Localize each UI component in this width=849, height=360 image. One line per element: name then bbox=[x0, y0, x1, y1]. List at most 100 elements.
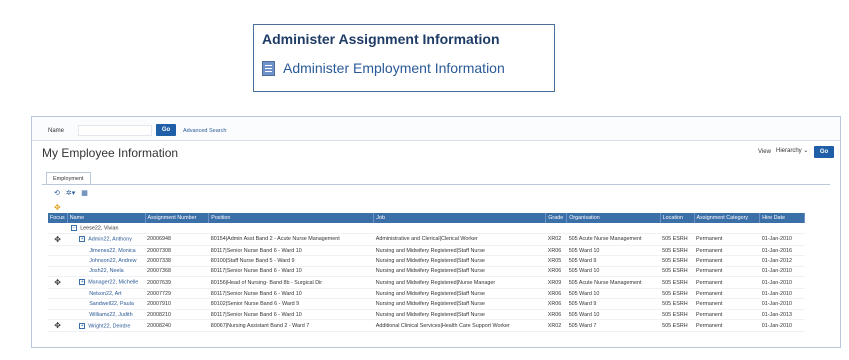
col-location[interactable]: Location bbox=[660, 213, 695, 223]
search-go-button[interactable]: Go bbox=[156, 124, 176, 136]
advanced-search-link[interactable]: Advanced Search bbox=[183, 128, 226, 134]
toolbar: ⟲ ✲▾ ▦ bbox=[54, 189, 88, 197]
job-cell: Nursing and Midwifery Registered|Staff N… bbox=[373, 245, 546, 257]
location-cell: 505 ESRH bbox=[660, 298, 695, 310]
focus-cell bbox=[48, 245, 68, 257]
focus-cell bbox=[48, 255, 68, 267]
grade-cell: XR02 bbox=[545, 319, 567, 333]
job-cell: Nursing and Midwifery Registered|Staff N… bbox=[373, 309, 546, 321]
expand-icon[interactable]: + bbox=[79, 236, 86, 243]
employee-name[interactable]: Admin22, Anthony bbox=[88, 237, 132, 243]
focus-cell[interactable]: ✥ bbox=[48, 233, 68, 246]
col-job[interactable]: Job bbox=[373, 213, 547, 223]
organisation-cell: 505 Acute Nurse Management bbox=[566, 233, 661, 246]
employee-name-cell[interactable]: + Wright22, Deirdre bbox=[67, 319, 146, 333]
employee-name-cell[interactable]: Williams22, Judith bbox=[67, 309, 146, 321]
view-label: View bbox=[758, 149, 771, 155]
administer-employment-label[interactable]: Administer Employment Information bbox=[283, 60, 505, 76]
table-row: ✥ + Manager22, Michelle 20007639 80156|Head … bbox=[48, 276, 805, 290]
assignment-category-cell: Permanent bbox=[694, 266, 760, 278]
hire-date-cell: 01-Jan-2013 bbox=[759, 309, 805, 321]
gear-icon[interactable]: ✲▾ bbox=[66, 189, 75, 197]
grade-cell: XR05 bbox=[545, 255, 567, 267]
table-row: Sandwell22, Paula 20007910 80102|Senior Nu… bbox=[48, 298, 805, 310]
focus-cell[interactable]: ✥ bbox=[48, 276, 68, 290]
organisation-cell: 505 Ward 9 bbox=[566, 255, 661, 267]
hire-date-cell: 01-Jan-2010 bbox=[759, 233, 805, 246]
employee-name-cell[interactable]: + Admin22, Anthony bbox=[67, 233, 146, 246]
employee-name[interactable]: Wright22, Deirdre bbox=[88, 323, 130, 329]
location-cell: 505 ESRH bbox=[660, 319, 695, 333]
collapse-icon[interactable]: − bbox=[71, 224, 78, 231]
root-name[interactable]: Leese22, Vivian bbox=[80, 225, 118, 231]
assignment-number-cell: 20006948 bbox=[145, 233, 209, 246]
col-assignment-number[interactable]: Assignment Number bbox=[145, 213, 210, 223]
location-cell: 505 ESRH bbox=[660, 309, 695, 321]
position-cell: 80156|Head of Nursing- Band 8b - Surgica… bbox=[208, 276, 374, 290]
employee-name-cell[interactable]: + Manager22, Michelle bbox=[67, 276, 146, 290]
view-select-value: Hierarchy bbox=[776, 148, 802, 154]
position-cell: 80102|Senior Nurse Band 6 - Ward 9 bbox=[208, 298, 374, 310]
organisation-cell: 505 Ward 7 bbox=[566, 319, 661, 333]
focus-crosshair-icon[interactable]: ✥ bbox=[54, 235, 61, 244]
focus-crosshair-icon[interactable]: ✥ bbox=[54, 278, 61, 287]
employee-name[interactable]: Manager22, Michelle bbox=[88, 280, 138, 286]
focus-cell[interactable]: ✥ bbox=[48, 319, 68, 333]
tab-employment[interactable]: Employment bbox=[46, 172, 91, 184]
position-cell: 80117|Senior Nurse Band 6 - Ward 10 bbox=[208, 245, 374, 257]
hire-date-cell: 01-Jan-2012 bbox=[759, 255, 805, 267]
position-cell: 80154|Admin Asst Band 2 - Acute Nurse Ma… bbox=[208, 233, 374, 246]
col-focus[interactable]: Focus bbox=[48, 213, 68, 223]
hire-date-cell: 01-Jan-2010 bbox=[759, 276, 805, 290]
name-label: Name bbox=[48, 128, 65, 134]
refresh-icon[interactable]: ⟲ bbox=[54, 189, 60, 197]
view-go-button[interactable]: Go bbox=[814, 146, 834, 158]
col-name[interactable]: Name bbox=[67, 213, 146, 223]
assignment-category-cell: Permanent bbox=[694, 288, 760, 300]
columns-icon[interactable]: ▦ bbox=[81, 189, 88, 197]
table-row: Williams22, Judith 20008210 80117|Senior N… bbox=[48, 309, 805, 321]
job-cell: Nursing and Midwifery Registered|Nurse M… bbox=[373, 276, 546, 290]
table-row-root: − Leese22, Vivian bbox=[48, 223, 805, 234]
col-organisation[interactable]: Organisation bbox=[566, 213, 661, 223]
employee-name[interactable]: Nelson22, Art bbox=[89, 291, 121, 297]
assignment-number-cell: 20007729 bbox=[145, 288, 209, 300]
assignment-number-cell: 20007308 bbox=[145, 245, 209, 257]
employee-name[interactable]: Johnson22, Andrew bbox=[89, 258, 136, 264]
expand-icon[interactable]: + bbox=[79, 279, 86, 286]
organisation-cell: 505 Ward 10 bbox=[566, 245, 661, 257]
col-position[interactable]: Position bbox=[208, 213, 375, 223]
table-header: Focus Name Assignment Number Position Jo… bbox=[48, 213, 805, 223]
expand-icon[interactable]: + bbox=[79, 322, 86, 329]
assignment-category-cell: Permanent bbox=[694, 255, 760, 267]
col-grade[interactable]: Grade bbox=[545, 213, 568, 223]
employee-name-cell[interactable]: Jimenes22, Monica bbox=[67, 245, 146, 257]
col-hire-date[interactable]: Hire Date bbox=[759, 213, 805, 223]
grade-cell: XR06 bbox=[545, 288, 567, 300]
col-assignment-category[interactable]: Assignment Category bbox=[694, 213, 761, 223]
position-cell: 80100|Staff Nurse Band 5 - Ward 9 bbox=[208, 255, 374, 267]
employee-name-cell[interactable]: Josh22, Neela bbox=[67, 266, 146, 278]
table-row: Johnson22, Andrew 20007338 80100|Staff Nur… bbox=[48, 255, 805, 267]
employee-name[interactable]: Sandwell22, Paula bbox=[89, 301, 134, 307]
location-cell: 505 ESRH bbox=[660, 255, 695, 267]
view-select[interactable]: Hierarchy ⌄ bbox=[776, 147, 808, 154]
employee-name-cell[interactable]: Sandwell22, Paula bbox=[67, 298, 146, 310]
job-cell: Nursing and Midwifery Registered|Staff N… bbox=[373, 298, 546, 310]
focus-crosshair-icon[interactable]: ✥ bbox=[54, 321, 61, 330]
organisation-cell: 505 Ward 10 bbox=[566, 309, 661, 321]
position-cell: 80117|Senior Nurse Band 6 - Ward 10 bbox=[208, 288, 374, 300]
employee-name[interactable]: Josh22, Neela bbox=[89, 268, 123, 274]
focus-crosshair-icon[interactable]: ✥ bbox=[54, 203, 61, 212]
name-search-input[interactable] bbox=[78, 125, 152, 136]
employee-name[interactable]: Jimenes22, Monica bbox=[89, 248, 135, 254]
employee-name-cell[interactable]: Johnson22, Andrew bbox=[67, 255, 146, 267]
administer-employment-link[interactable]: Administer Employment Information bbox=[262, 60, 505, 76]
grade-cell: XR06 bbox=[545, 298, 567, 310]
employee-name-cell[interactable]: Nelson22, Art bbox=[67, 288, 146, 300]
grade-cell: XR06 bbox=[545, 309, 567, 321]
employee-name[interactable]: Williams22, Judith bbox=[89, 312, 132, 318]
grade-cell: XR06 bbox=[545, 245, 567, 257]
assignment-number-cell: 20008210 bbox=[145, 309, 209, 321]
assignment-number-cell: 20008240 bbox=[145, 319, 209, 333]
